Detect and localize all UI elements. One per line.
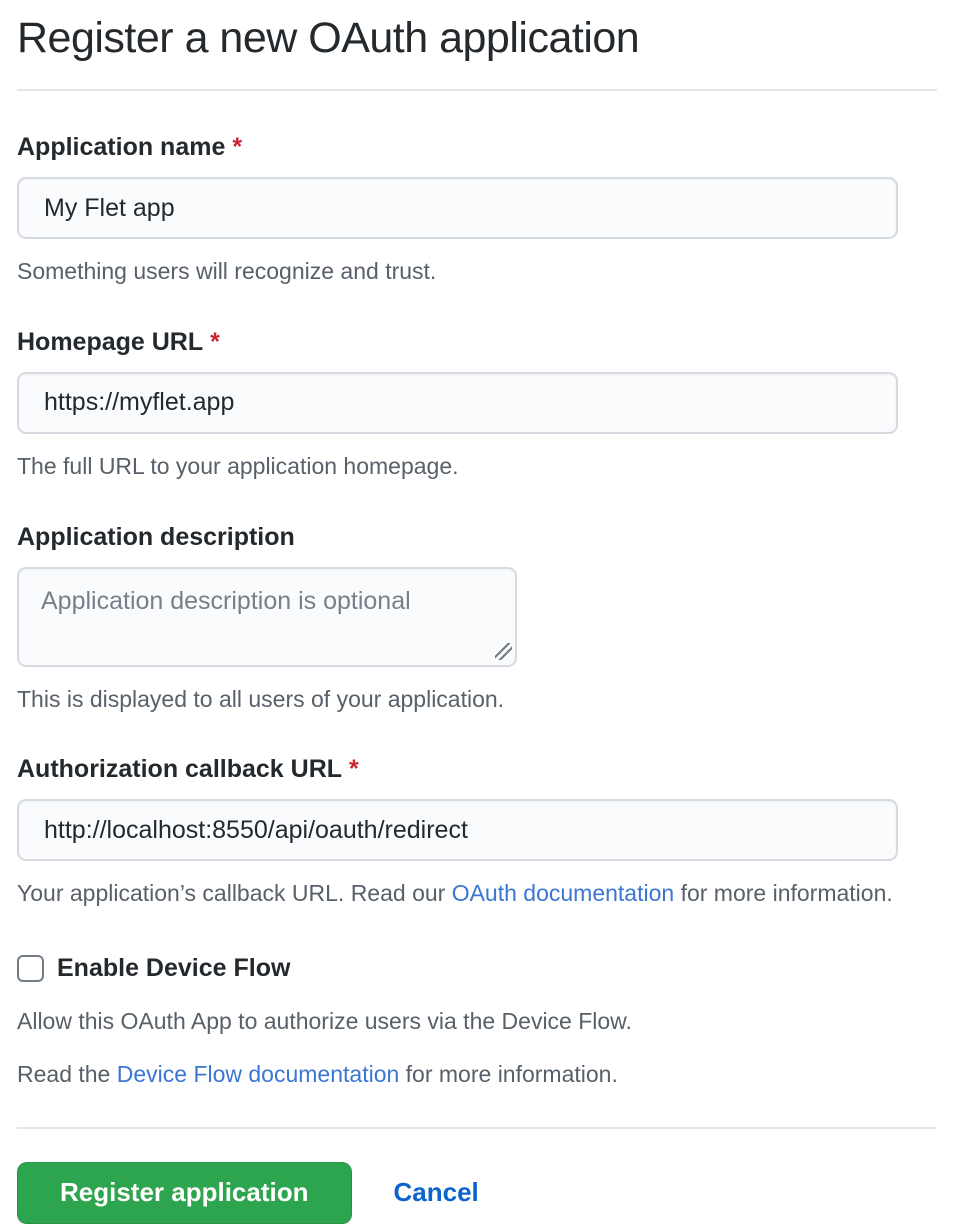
page-title: Register a new OAuth application <box>17 8 937 91</box>
footer-divider <box>17 1127 937 1129</box>
app-description-textarea[interactable] <box>17 567 517 667</box>
app-description-help: This is displayed to all users of your a… <box>17 685 937 714</box>
callback-url-input[interactable] <box>17 799 898 861</box>
device-flow-read-suffix: for more information. <box>399 1061 618 1087</box>
app-description-group: Application description This is displaye… <box>17 523 937 714</box>
app-name-group: Application name* Something users will r… <box>17 133 937 286</box>
app-name-input[interactable] <box>17 177 898 239</box>
callback-url-help-suffix: for more information. <box>674 880 893 906</box>
form-actions: Register application Cancel <box>17 1162 937 1224</box>
app-name-label: Application name* <box>17 133 937 162</box>
homepage-url-help: The full URL to your application homepag… <box>17 452 937 481</box>
callback-url-help: Your application’s callback URL. Read ou… <box>17 879 937 908</box>
app-description-label: Application description <box>17 523 937 552</box>
oauth-docs-link[interactable]: OAuth documentation <box>452 880 674 906</box>
register-application-button[interactable]: Register application <box>17 1162 352 1224</box>
device-flow-help: Allow this OAuth App to authorize users … <box>17 1007 937 1036</box>
homepage-url-input[interactable] <box>17 372 898 434</box>
required-asterisk: * <box>232 133 242 161</box>
app-name-help: Something users will recognize and trust… <box>17 257 937 286</box>
resize-handle-icon[interactable] <box>495 643 512 660</box>
device-flow-read-prefix: Read the <box>17 1061 117 1087</box>
app-description-wrap <box>17 567 517 667</box>
required-asterisk: * <box>210 328 220 356</box>
app-name-label-text: Application name <box>17 133 225 161</box>
callback-url-label-text: Authorization callback URL <box>17 755 342 783</box>
device-flow-read-more: Read the Device Flow documentation for m… <box>17 1060 937 1089</box>
callback-url-group: Authorization callback URL* Your applica… <box>17 755 937 908</box>
device-flow-row: Enable Device Flow <box>17 954 937 983</box>
app-description-label-text: Application description <box>17 523 295 551</box>
oauth-register-form: Register a new OAuth application Applica… <box>0 0 954 1224</box>
callback-url-label: Authorization callback URL* <box>17 755 937 784</box>
device-flow-docs-link[interactable]: Device Flow documentation <box>117 1061 400 1087</box>
homepage-url-group: Homepage URL* The full URL to your appli… <box>17 328 937 481</box>
homepage-url-label-text: Homepage URL <box>17 328 203 356</box>
homepage-url-label: Homepage URL* <box>17 328 937 357</box>
callback-url-help-prefix: Your application’s callback URL. Read ou… <box>17 880 452 906</box>
device-flow-checkbox[interactable] <box>17 955 44 982</box>
device-flow-label[interactable]: Enable Device Flow <box>57 954 290 983</box>
required-asterisk: * <box>349 755 359 783</box>
cancel-link[interactable]: Cancel <box>394 1177 479 1208</box>
